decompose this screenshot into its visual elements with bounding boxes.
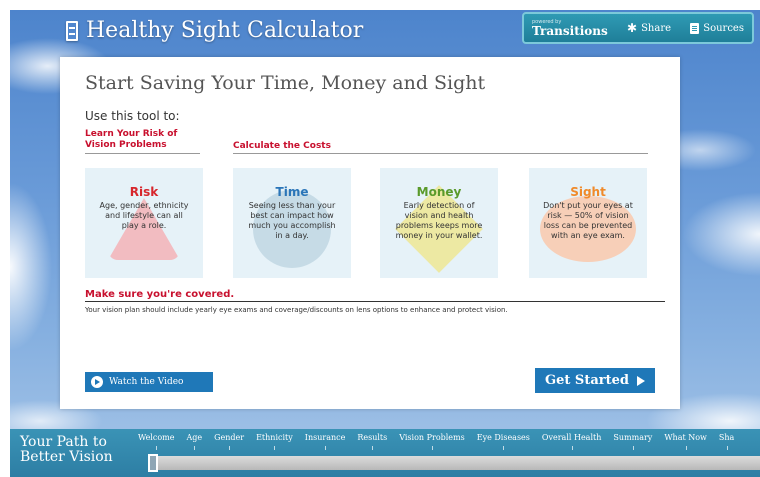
- step-overall-health[interactable]: Overall Health: [542, 433, 601, 450]
- page-title: Start Saving Your Time, Money and Sight: [85, 72, 486, 94]
- step-share[interactable]: Sha: [719, 433, 734, 450]
- card-title: Money: [416, 185, 462, 199]
- step-results[interactable]: Results: [357, 433, 387, 450]
- app-window: Healthy Sight Calculator powered by Tran…: [10, 10, 760, 477]
- card-title: Risk: [129, 185, 159, 199]
- card-title: Sight: [570, 185, 606, 199]
- coverage-text: Your vision plan should include yearly e…: [85, 306, 508, 314]
- path-title-line-2: Better Vision: [20, 449, 113, 466]
- share-button[interactable]: ✱ Share: [627, 21, 671, 35]
- get-started-label: Get Started: [545, 373, 629, 388]
- brand-powered-by: powered by: [532, 18, 562, 25]
- intro-text: Use this tool to:: [85, 109, 180, 123]
- step-eye-diseases[interactable]: Eye Diseases: [477, 433, 530, 450]
- costs-section-label: Calculate the Costs: [233, 141, 648, 154]
- brand-name: Transitions: [532, 23, 608, 38]
- top-toolbar: powered by Transitions ✱ Share Sources: [522, 12, 754, 44]
- get-started-button[interactable]: Get Started: [535, 368, 655, 393]
- step-summary[interactable]: Summary: [613, 433, 652, 450]
- step-age[interactable]: Age: [186, 433, 202, 450]
- progress-track: [158, 456, 760, 470]
- path-title: Your Path to Better Vision: [20, 434, 113, 466]
- watch-video-label: Watch the Video: [109, 377, 184, 387]
- document-icon: [690, 22, 700, 34]
- app-title: Healthy Sight Calculator: [86, 18, 364, 43]
- path-title-line-1: Your Path to: [20, 434, 107, 450]
- step-ethnicity[interactable]: Ethnicity: [256, 433, 293, 450]
- sources-label: Sources: [703, 22, 744, 34]
- play-icon: [91, 376, 103, 388]
- step-list: Welcome Age Gender Ethnicity Insurance R…: [138, 433, 734, 450]
- share-icon: ✱: [627, 21, 638, 35]
- money-card[interactable]: Money Early detection of vision and heal…: [380, 168, 498, 278]
- risk-section-label: Learn Your Risk of Vision Problems: [85, 129, 200, 154]
- brand-logo: powered by Transitions: [532, 18, 608, 38]
- step-vision-problems[interactable]: Vision Problems: [399, 433, 465, 450]
- risk-card[interactable]: Risk Age, gender, ethnicity and lifestyl…: [85, 168, 203, 278]
- progress-slider-handle[interactable]: [148, 454, 158, 472]
- step-insurance[interactable]: Insurance: [305, 433, 345, 450]
- step-what-now[interactable]: What Now: [664, 433, 707, 450]
- time-card[interactable]: Time Seeing less than your best can impa…: [233, 168, 351, 278]
- arrow-right-icon: [636, 375, 645, 386]
- main-panel: Start Saving Your Time, Money and Sight …: [60, 57, 680, 409]
- calculator-logo-icon: [66, 20, 78, 41]
- watch-video-button[interactable]: Watch the Video: [85, 372, 213, 392]
- sources-button[interactable]: Sources: [690, 22, 744, 34]
- card-body: Seeing less than your best can impact ho…: [248, 201, 336, 240]
- app-header: Healthy Sight Calculator: [66, 18, 363, 43]
- card-body: Age, gender, ethnicity and lifestyle can…: [99, 201, 189, 230]
- sight-card[interactable]: Sight Don't put your eyes at risk — 50% …: [529, 168, 647, 278]
- step-welcome[interactable]: Welcome: [138, 433, 174, 450]
- card-body: Early detection of vision and health pro…: [395, 201, 483, 240]
- card-title: Time: [275, 185, 309, 199]
- coverage-heading: Make sure you're covered.: [85, 289, 665, 302]
- share-label: Share: [641, 22, 672, 34]
- card-body: Don't put your eyes at risk — 50% of vis…: [543, 201, 633, 240]
- progress-navigation: Your Path to Better Vision Welcome Age G…: [10, 429, 760, 477]
- step-gender[interactable]: Gender: [214, 433, 244, 450]
